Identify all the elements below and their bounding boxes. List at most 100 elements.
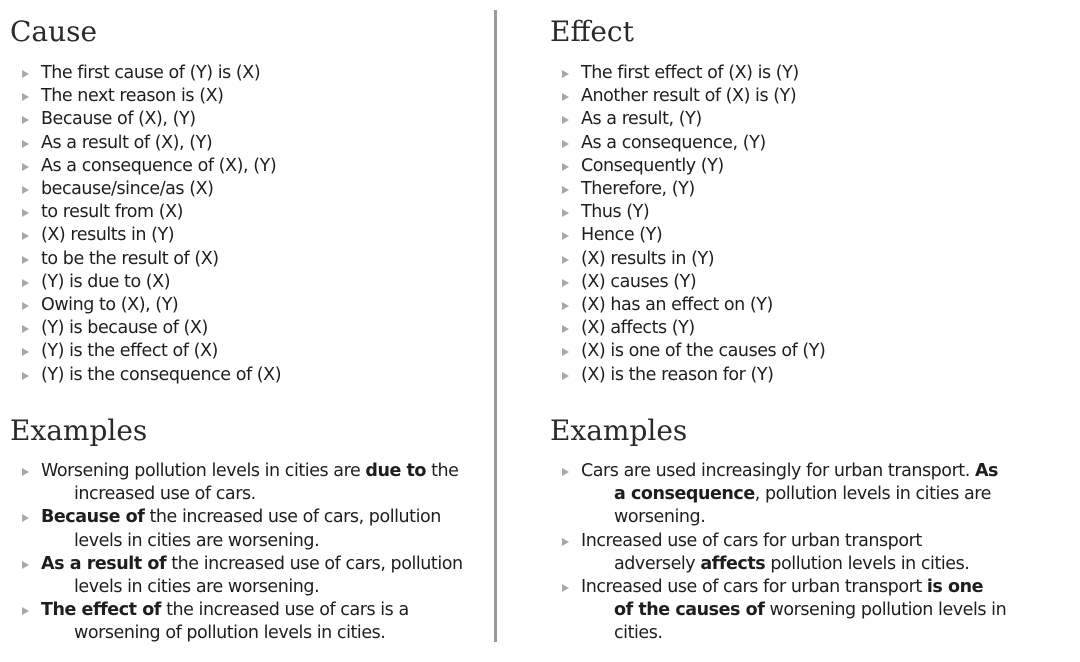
bullet-triangle-icon (562, 371, 569, 380)
list-item: The first cause of (Y) is (X) (10, 62, 281, 85)
example-text: pollution levels in cities. (765, 553, 970, 574)
example-item: Cars are used increasingly for urban tra… (550, 460, 1006, 530)
phrase-text: to result from (X) (41, 202, 184, 223)
example-text: Worsening pollution levels in cities are (41, 461, 366, 481)
list-item: As a consequence, (Y) (550, 132, 825, 155)
bullet-triangle-icon (562, 70, 569, 78)
list-item: The next reason is (X) (10, 85, 281, 108)
effect-heading: Effect (550, 15, 634, 48)
example-keyword: Because of (41, 507, 145, 528)
phrase-text: (X) has an effect on (Y) (581, 295, 773, 316)
example-text: worsening of pollution levels in cities. (74, 623, 386, 644)
bullet-triangle-icon (562, 255, 569, 264)
list-item: (X) results in (Y) (10, 224, 281, 247)
bullet-triangle-icon (562, 302, 569, 311)
phrase-text: to be the result of (X) (41, 248, 219, 269)
example-line: levels in cities are worsening. (41, 530, 463, 553)
phrase-text: Consequently (Y) (581, 155, 724, 176)
phrase-text: Owing to (X), (Y) (41, 295, 179, 316)
example-text: levels in cities are worsening. (74, 577, 320, 598)
phrase-text: (X) is one of the causes of (Y) (581, 341, 826, 362)
phrase-text: because/since/as (X) (41, 179, 214, 200)
bullet-triangle-icon (22, 607, 29, 616)
example-text: Increased use of cars for urban transpor… (581, 577, 927, 598)
example-line: a consequence, pollution levels in citie… (581, 483, 1006, 506)
phrase-text: (Y) is the effect of (X) (41, 341, 218, 362)
example-keyword: of the causes of (614, 600, 765, 621)
list-item: The first effect of (X) is (Y) (550, 62, 825, 85)
list-item: Hence (Y) (550, 224, 825, 247)
phrase-text: (X) affects (Y) (581, 318, 695, 339)
example-line: Increased use of cars for urban transpor… (581, 530, 1006, 553)
example-text: the increased use of cars, pollution (166, 553, 463, 574)
example-keyword: affects (700, 553, 766, 574)
example-line: worsening. (581, 506, 1006, 529)
bullet-triangle-icon (22, 93, 29, 102)
phrase-text: (Y) is because of (X) (41, 318, 208, 339)
phrase-text: Because of (X), (Y) (41, 109, 196, 130)
example-text: the increased use of cars, pollution (144, 507, 441, 528)
example-line: Worsening pollution levels in cities are… (41, 460, 463, 483)
bullet-triangle-icon (562, 325, 569, 334)
bullet-triangle-icon (22, 348, 29, 357)
phrase-text: Hence (Y) (581, 225, 663, 246)
phrase-text: Therefore, (Y) (581, 179, 695, 200)
phrase-text: As a result of (X), (Y) (41, 132, 213, 153)
example-item: Worsening pollution levels in cities are… (10, 460, 463, 506)
example-line: As a result of the increased use of cars… (41, 553, 463, 576)
list-item: to be the result of (X) (10, 248, 281, 271)
phrase-text: (X) results in (Y) (581, 248, 715, 269)
list-item: (X) results in (Y) (550, 248, 825, 271)
cause-heading: Cause (10, 15, 98, 48)
phrase-text: The next reason is (X) (41, 86, 224, 107)
list-item: to result from (X) (10, 201, 281, 224)
list-item: (X) affects (Y) (550, 317, 825, 340)
bullet-triangle-icon (562, 162, 569, 171)
bullet-triangle-icon (22, 278, 29, 287)
list-item: (X) is one of the causes of (Y) (550, 340, 826, 363)
bullet-triangle-icon (562, 584, 569, 593)
phrase-text: (Y) is the consequence of (X) (41, 364, 282, 385)
list-item: Consequently (Y) (550, 155, 825, 178)
list-item: As a consequence of (X), (Y) (10, 155, 281, 178)
bullet-triangle-icon (562, 186, 569, 195)
bullet-triangle-icon (562, 116, 569, 125)
example-text: worsening pollution levels in (764, 600, 1007, 621)
phrase-text: As a consequence of (X), (Y) (41, 155, 277, 176)
bullet-triangle-icon (22, 139, 29, 148)
list-item: As a result, (Y) (550, 108, 825, 131)
example-keyword: The effect of (41, 600, 161, 621)
cause-phrase-list: The first cause of (Y) is (X) The next re… (10, 62, 282, 387)
list-item: because/since/as (X) (10, 178, 281, 201)
example-line: The effect of the increased use of cars … (41, 599, 463, 622)
example-line: increased use of cars. (41, 483, 463, 506)
example-text: Cars are used increasingly for urban tra… (581, 461, 975, 481)
bullet-triangle-icon (562, 209, 569, 218)
list-item: (Y) is due to (X) (10, 271, 281, 294)
example-line: Cars are used increasingly for urban tra… (581, 460, 1006, 483)
bullet-triangle-icon (22, 371, 29, 380)
effect-phrase-list: The first effect of (X) is (Y) Another re… (550, 62, 826, 387)
list-item: (X) has an effect on (Y) (550, 294, 825, 317)
example-item: Increased use of cars for urban transpor… (550, 576, 1007, 646)
phrase-text: Another result of (X) is (Y) (581, 86, 797, 107)
list-item: Thus (Y) (550, 201, 825, 224)
bullet-triangle-icon (22, 232, 29, 241)
column-divider (494, 10, 497, 642)
example-item: Increased use of cars for urban transpor… (550, 530, 1006, 576)
list-item: Therefore, (Y) (550, 178, 825, 201)
phrase-text: (X) results in (Y) (41, 225, 175, 246)
example-item: As a result of the increased use of cars… (10, 553, 463, 599)
example-text: the increased use of cars is a (160, 600, 409, 621)
list-item: As a result of (X), (Y) (10, 132, 281, 155)
bullet-triangle-icon (562, 93, 569, 102)
example-text: adversely (614, 553, 701, 574)
phrase-text: Thus (Y) (581, 202, 650, 223)
example-text: cities. (614, 623, 663, 644)
example-line: of the causes of worsening pollution lev… (581, 599, 1007, 622)
bullet-triangle-icon (562, 139, 569, 148)
bullet-triangle-icon (562, 232, 569, 241)
cause-examples-list: Worsening pollution levels in cities are… (10, 460, 463, 646)
phrase-text: (X) causes (Y) (581, 271, 697, 292)
example-keyword: a consequence (614, 484, 755, 505)
